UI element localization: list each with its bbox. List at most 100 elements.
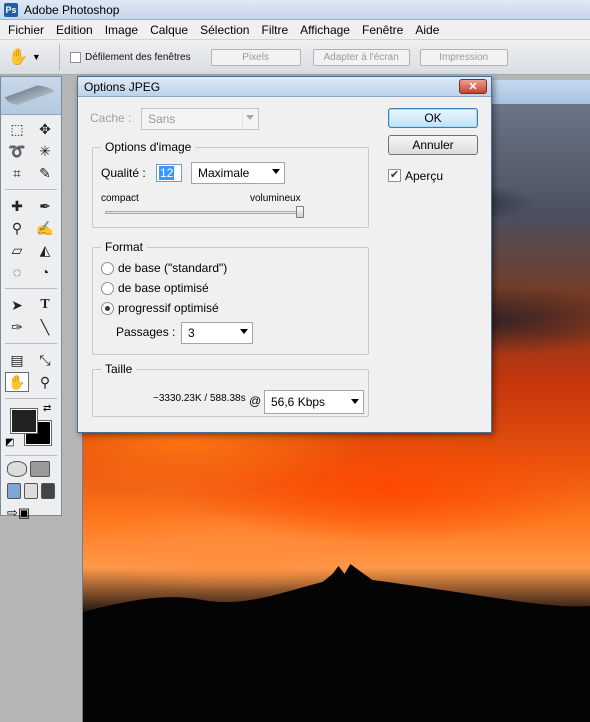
swap-colors-icon[interactable]: ⇄ xyxy=(43,403,51,414)
dialog-title: Options JPEG xyxy=(84,79,161,94)
format-progressive-radio[interactable] xyxy=(101,302,114,315)
jpeg-options-dialog: Options JPEG ✕ Cache : Sans Options d'im… xyxy=(77,76,492,433)
toolbox-panel: ⬚ ✥ ➰ ✳ ⌗ ✎ ✚ ✒ ⚲ ✍ ▱ ◭ ◌ ◔ ➤ T ✑ ╲ ▤ ⤡ … xyxy=(0,76,62,520)
format-baseline-optimized-radio[interactable] xyxy=(101,282,114,295)
path-selection-icon[interactable]: ➤ xyxy=(5,295,29,315)
feather-logo-icon xyxy=(5,85,57,107)
format-group: Format de base ("standard") de base opti… xyxy=(92,240,369,355)
zoom-tool-icon[interactable]: ⚲ xyxy=(33,372,57,392)
format-baseline-standard-radio[interactable] xyxy=(101,262,114,275)
cache-label: Cache : xyxy=(90,111,132,125)
marquee-tool-icon[interactable]: ⬚ xyxy=(5,119,29,139)
paint-bucket-icon[interactable]: ◭ xyxy=(33,240,57,260)
magic-wand-icon[interactable]: ✳ xyxy=(33,141,57,161)
full-screen-menu-icon[interactable] xyxy=(24,483,38,499)
tool-grid-nav: ▤ ⤡ ✋ ⚲ xyxy=(1,346,61,396)
standard-mode-icon[interactable] xyxy=(7,461,27,477)
chevron-down-icon xyxy=(272,169,280,174)
type-tool-icon[interactable]: T xyxy=(33,295,57,315)
fit-screen-button[interactable]: Adapter à l'écran xyxy=(312,48,410,66)
toolbox-divider xyxy=(5,398,57,399)
imageready-row: ⇨▣ xyxy=(1,502,61,526)
tool-grid: ⬚ ✥ ➰ ✳ ⌗ ✎ xyxy=(1,115,61,187)
menu-image[interactable]: Image xyxy=(99,20,144,40)
toolbox-divider xyxy=(5,189,57,190)
mask-mode-row xyxy=(1,458,61,480)
quality-slider-track[interactable] xyxy=(105,211,301,214)
stamp-tool-icon[interactable]: ⚲ xyxy=(5,218,29,238)
menu-fichier[interactable]: Fichier xyxy=(2,20,50,40)
brush-tool-icon[interactable]: ✒ xyxy=(33,196,57,216)
passes-select[interactable]: 3 xyxy=(181,322,253,344)
slider-max-label: volumineux xyxy=(250,193,301,204)
toolbox-divider xyxy=(5,343,57,344)
lasso-tool-icon[interactable]: ➰ xyxy=(5,141,29,161)
screen-mode-row xyxy=(1,480,61,502)
jump-to-imageready-icon[interactable]: ⇨▣ xyxy=(7,505,47,523)
dodge-tool-icon[interactable]: ◔ xyxy=(33,262,57,282)
move-tool-icon[interactable]: ✥ xyxy=(33,119,57,139)
quality-label: Qualité : xyxy=(101,166,146,180)
chevron-down-icon xyxy=(246,115,254,120)
default-colors-icon[interactable]: ◩ xyxy=(5,437,14,448)
quality-slider-thumb[interactable] xyxy=(296,206,304,218)
size-estimate: ~3330.23K / 588.38s xyxy=(153,393,246,404)
ok-button[interactable]: OK xyxy=(388,108,478,128)
blur-tool-icon[interactable]: ◌ xyxy=(5,262,29,282)
quality-input[interactable]: 12 xyxy=(156,164,182,182)
tool-grid-paint: ✚ ✒ ⚲ ✍ ▱ ◭ ◌ ◔ xyxy=(1,192,61,286)
tool-preset-picker[interactable]: ✋ ▼ xyxy=(8,44,60,70)
slice-tool-icon[interactable]: ✎ xyxy=(33,163,57,183)
notes-tool-icon[interactable]: ▤ xyxy=(5,350,29,370)
at-symbol: @ xyxy=(249,394,262,408)
scroll-all-windows-checkbox[interactable] xyxy=(70,51,81,63)
chevron-down-icon: ▼ xyxy=(31,52,41,62)
menu-bar: Fichier Edition Image Calque Sélection F… xyxy=(0,20,590,40)
hand-tool-icon[interactable]: ✋ xyxy=(5,372,29,392)
quality-input-value: 12 xyxy=(159,166,175,180)
menu-edition[interactable]: Edition xyxy=(50,20,99,40)
healing-brush-icon[interactable]: ✚ xyxy=(5,196,29,216)
options-bar: ✋ ▼ Défilement des fenêtres Pixels Adapt… xyxy=(0,40,590,75)
menu-aide[interactable]: Aide xyxy=(409,20,445,40)
line-tool-icon[interactable]: ╲ xyxy=(33,317,57,337)
cache-select[interactable]: Sans xyxy=(141,108,259,130)
toolbox-divider xyxy=(5,455,57,456)
tool-grid-vector: ➤ T ✑ ╲ xyxy=(1,291,61,341)
app-title: Adobe Photoshop xyxy=(24,2,120,17)
toolbox-header[interactable] xyxy=(1,77,61,115)
size-title: Taille xyxy=(101,362,137,376)
cancel-button[interactable]: Annuler xyxy=(388,135,478,155)
passes-label: Passages : xyxy=(116,325,176,339)
standard-screen-icon[interactable] xyxy=(7,483,21,499)
menu-filtre[interactable]: Filtre xyxy=(255,20,294,40)
image-options-title: Options d'image xyxy=(101,140,196,154)
passes-select-value: 3 xyxy=(188,326,195,340)
preview-checkbox[interactable]: ✔ xyxy=(388,169,401,182)
full-screen-icon[interactable] xyxy=(41,483,55,499)
eyedropper-icon[interactable]: ⤡ xyxy=(33,350,57,370)
quality-preset-select[interactable]: Maximale xyxy=(191,162,285,184)
menu-affichage[interactable]: Affichage xyxy=(294,20,356,40)
chevron-down-icon xyxy=(351,399,359,404)
foreground-color-swatch[interactable] xyxy=(10,408,38,434)
hills-silhouette xyxy=(83,564,590,722)
pen-tool-icon[interactable]: ✑ xyxy=(5,317,29,337)
history-brush-icon[interactable]: ✍ xyxy=(33,218,57,238)
quick-mask-icon[interactable] xyxy=(30,461,50,477)
actual-pixels-button[interactable]: Pixels xyxy=(210,48,301,66)
menu-fenetre[interactable]: Fenêtre xyxy=(356,20,409,40)
dialog-titlebar[interactable]: Options JPEG ✕ xyxy=(78,77,491,97)
close-button[interactable]: ✕ xyxy=(459,79,487,94)
toolbox-divider xyxy=(5,288,57,289)
format-progressive-label: progressif optimisé xyxy=(118,301,219,315)
print-size-button[interactable]: Impression xyxy=(419,48,508,66)
menu-calque[interactable]: Calque xyxy=(144,20,194,40)
connection-speed-select[interactable]: 56,6 Kbps xyxy=(264,390,364,414)
menu-selection[interactable]: Sélection xyxy=(194,20,255,40)
eraser-tool-icon[interactable]: ▱ xyxy=(5,240,29,260)
format-title: Format xyxy=(101,240,148,254)
hand-tool-icon: ✋ xyxy=(8,49,28,66)
format-baseline-optimized-label: de base optimisé xyxy=(118,281,209,295)
crop-tool-icon[interactable]: ⌗ xyxy=(5,163,29,183)
